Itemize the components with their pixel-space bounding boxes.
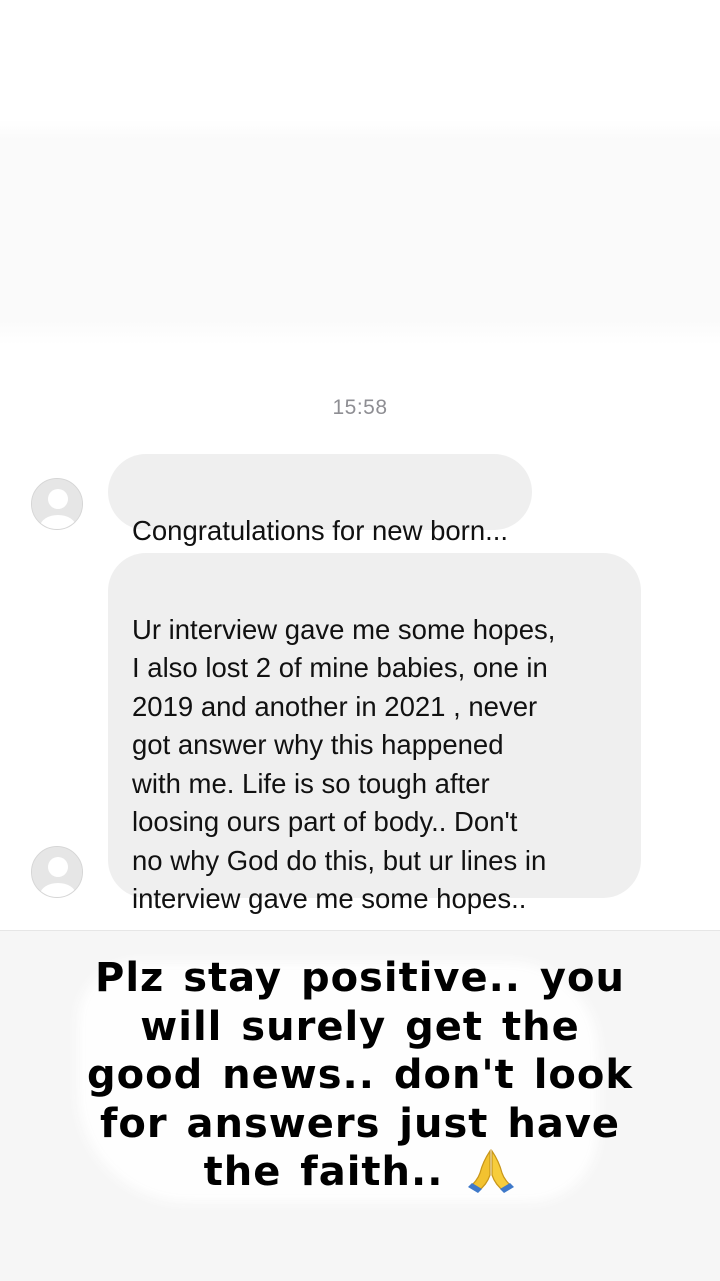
message-text: Congratulations for new born...	[132, 514, 509, 546]
folded-hands-icon	[468, 1149, 515, 1193]
message-bubble[interactable]: Ur interview gave me some hopes, I also …	[108, 553, 641, 914]
caption-text: Plz stay positive.. you will surely get …	[87, 955, 633, 1195]
message-bubble[interactable]: Congratulations for new born...	[108, 454, 533, 546]
default-profile-icon	[32, 479, 82, 529]
message-timestamp: 15:58	[332, 396, 388, 419]
story-caption: Plz stay positive.. you will surely get …	[60, 954, 660, 1197]
sender-avatar[interactable]	[31, 846, 83, 898]
default-profile-icon	[32, 847, 82, 897]
message-text: Ur interview gave me some hopes, I also …	[132, 613, 556, 915]
blank-header-area	[0, 0, 720, 360]
sender-avatar[interactable]	[31, 478, 83, 530]
